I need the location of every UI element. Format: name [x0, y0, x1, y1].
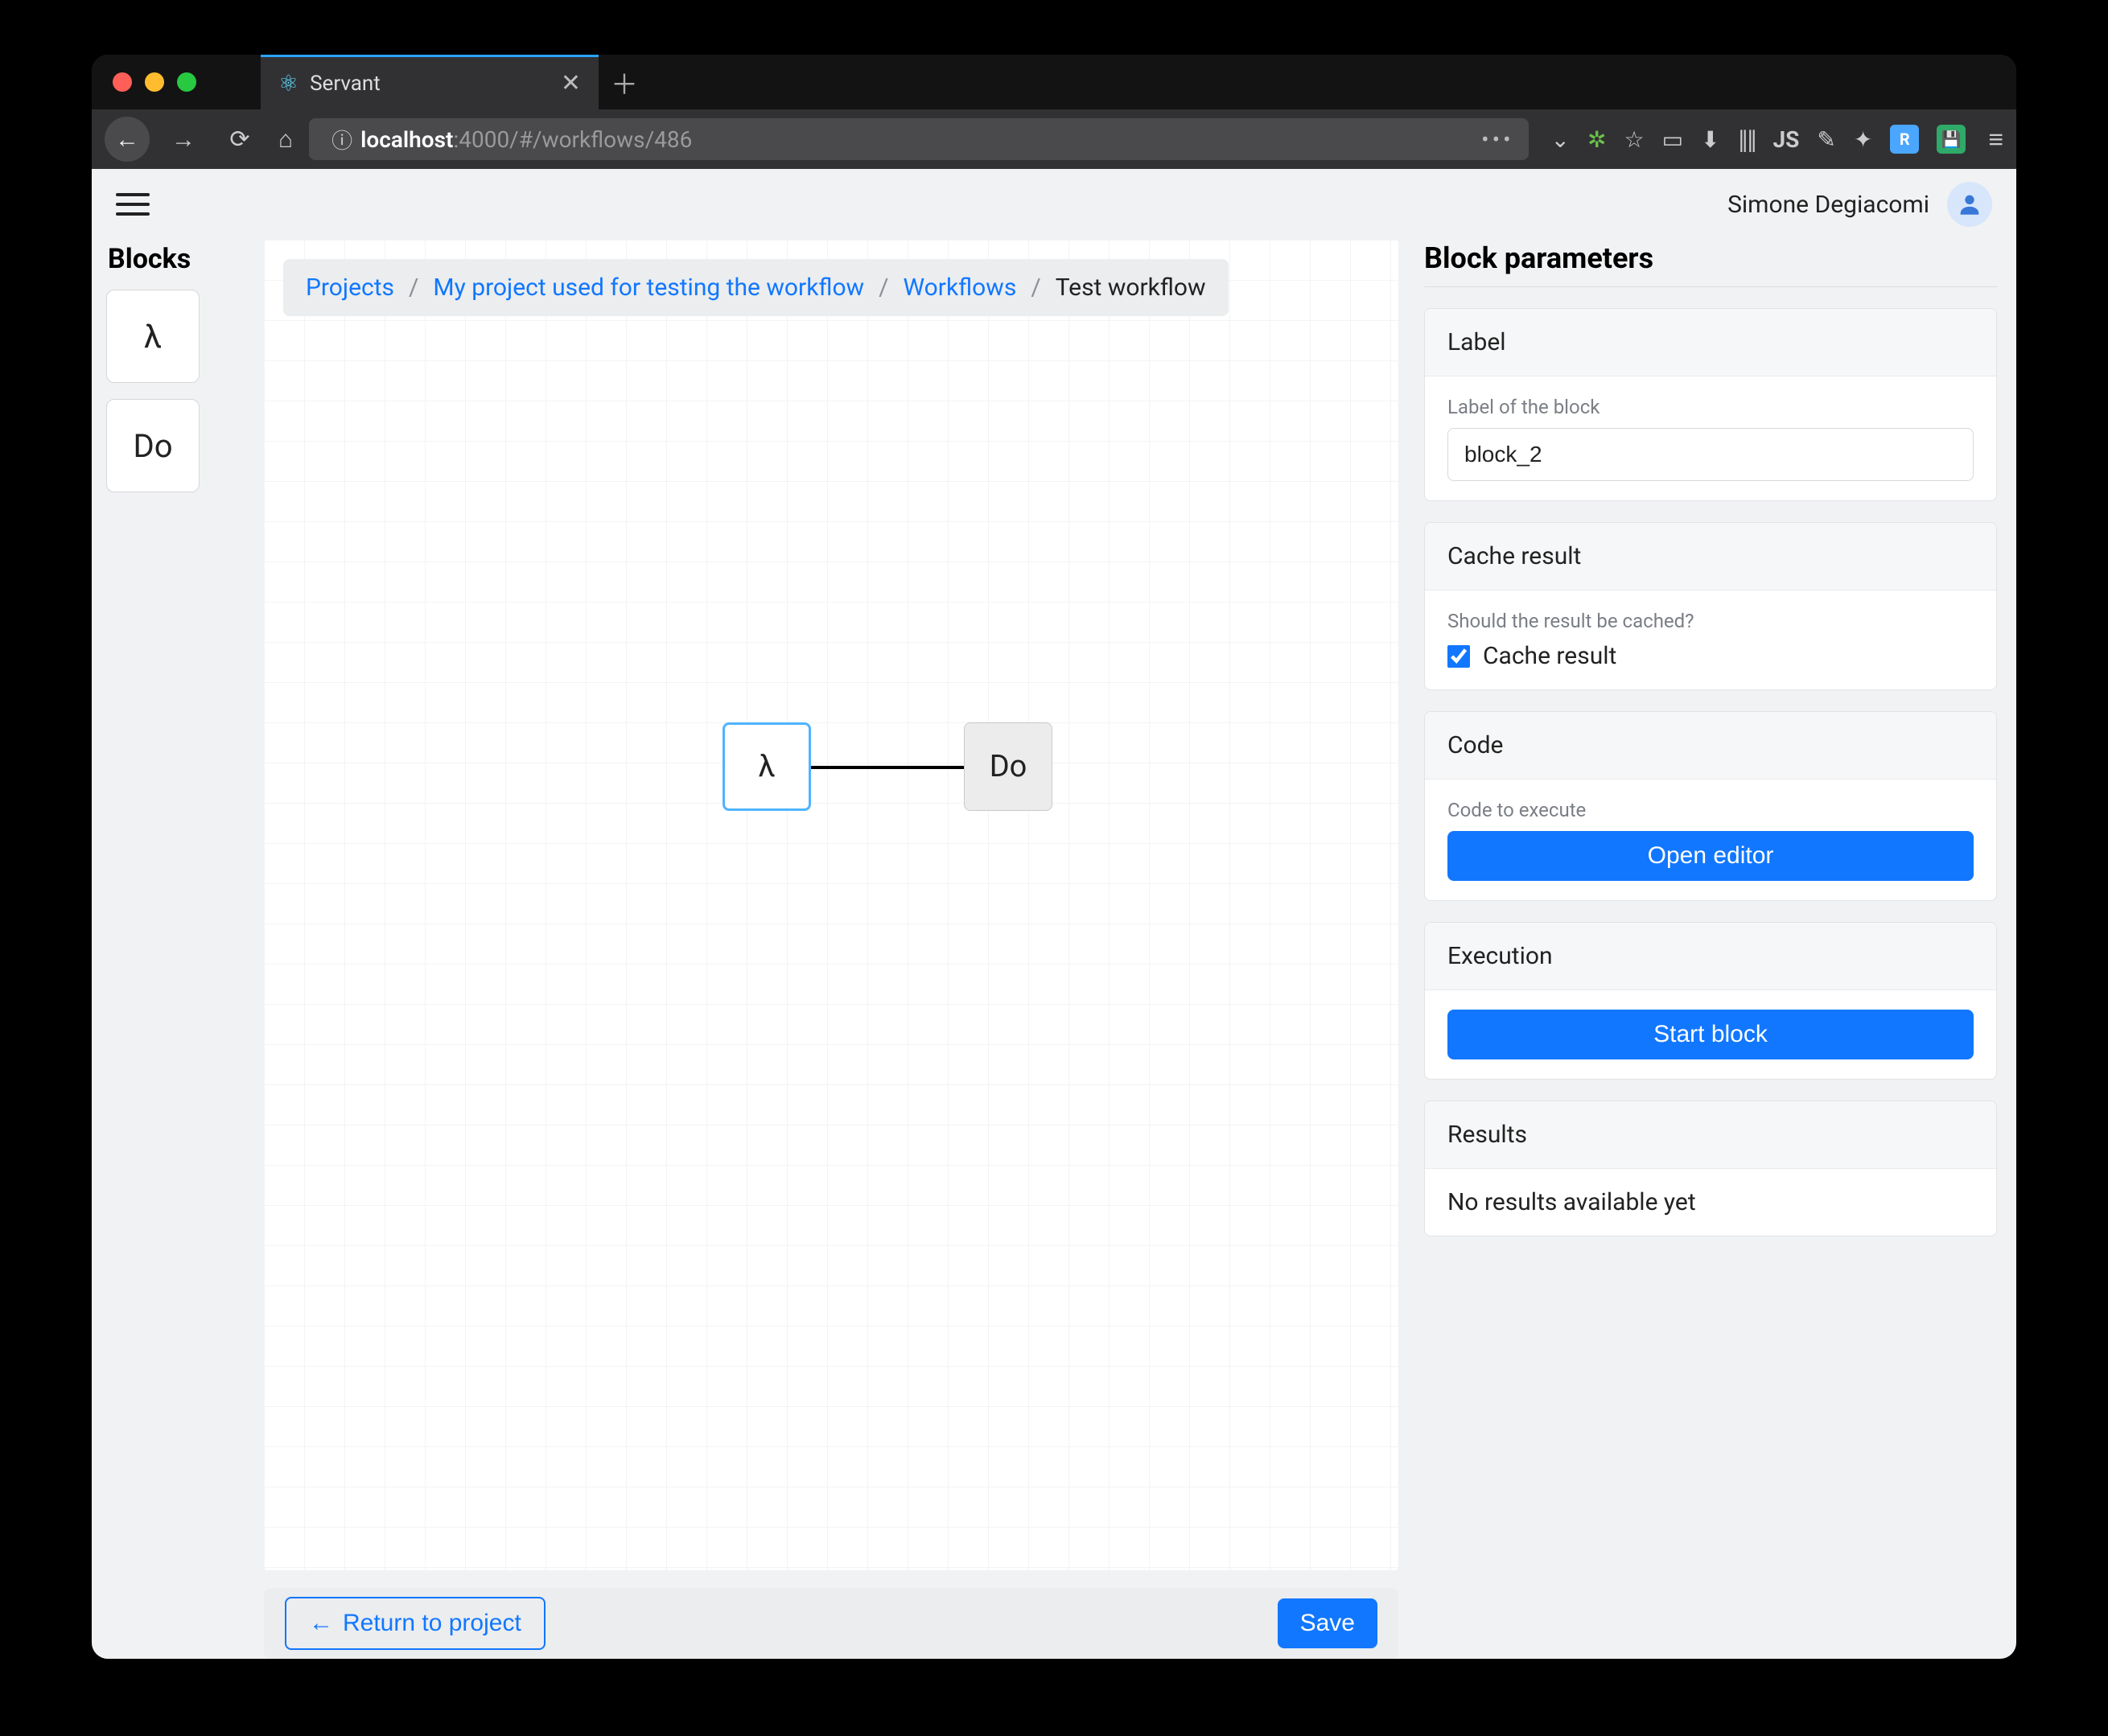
ext-r-icon[interactable]: R — [1890, 125, 1919, 154]
section-execution: Execution Start block — [1424, 922, 1997, 1080]
window-controls[interactable] — [105, 55, 212, 109]
canvas-footer: ← Return to project Save — [264, 1588, 1398, 1659]
close-tab-icon[interactable]: ✕ — [561, 69, 581, 97]
canvas-column: Projects / My project used for testing t… — [256, 240, 1421, 1659]
workflow-canvas[interactable]: Projects / My project used for testing t… — [264, 240, 1398, 1570]
label-field-hint: Label of the block — [1447, 396, 1974, 418]
window-close-icon[interactable] — [113, 72, 132, 92]
avatar[interactable] — [1947, 182, 1992, 227]
nav-home-button[interactable]: ⌂ — [274, 125, 298, 154]
translate-icon[interactable]: ✦ — [1854, 126, 1872, 153]
nav-back-button[interactable]: ← — [105, 117, 150, 162]
browser-tab[interactable]: ⚛ Servant ✕ — [261, 55, 599, 109]
crumb-sep: / — [879, 274, 888, 302]
user-name: Simone Degiacomi — [1727, 191, 1929, 219]
block-label-input[interactable] — [1447, 428, 1974, 481]
url-host: localhost — [360, 126, 453, 153]
edit-pencil-icon[interactable]: ✎ — [1817, 126, 1835, 153]
app-viewport: Simone Degiacomi Blocks λ Do — [92, 169, 2016, 1659]
edge[interactable] — [811, 766, 964, 769]
return-to-project-button[interactable]: ← Return to project — [285, 1597, 546, 1650]
js-badge-icon[interactable]: JS — [1773, 126, 1800, 153]
crumb-sep: / — [1031, 274, 1040, 302]
window-minimize-icon[interactable] — [145, 72, 164, 92]
node-lambda[interactable]: λ — [723, 722, 811, 811]
cache-checkbox-row[interactable]: Cache result — [1447, 642, 1974, 670]
panel-title: Block parameters — [1424, 241, 1997, 275]
crumb-sep: / — [409, 274, 418, 302]
url-bar[interactable]: ⓘ localhost:4000/#/workflows/486 ••• — [309, 118, 1528, 160]
node-do[interactable]: Do — [964, 722, 1052, 811]
save-button[interactable]: Save — [1278, 1598, 1377, 1648]
person-icon — [1956, 191, 1983, 218]
bug-icon[interactable]: ✲ — [1587, 126, 1606, 153]
react-icon: ⚛ — [278, 72, 298, 95]
section-results-header: Results — [1425, 1101, 1996, 1169]
browser-menu-icon[interactable]: ≡ — [1988, 124, 2003, 154]
start-block-button[interactable]: Start block — [1447, 1010, 1974, 1059]
pocket-icon[interactable]: ⌄ — [1551, 126, 1570, 153]
browser-window: ⚛ Servant ✕ ＋ ← → ⟳ ⌂ ⓘ localhost:4000/#… — [92, 55, 2016, 1659]
section-cache-header: Cache result — [1425, 523, 1996, 590]
page-actions-icon[interactable]: ••• — [1481, 126, 1513, 153]
code-hint: Code to execute — [1447, 799, 1974, 821]
crumb-project-name[interactable]: My project used for testing the workflow — [433, 274, 864, 302]
crumb-projects[interactable]: Projects — [306, 274, 394, 302]
user-box[interactable]: Simone Degiacomi — [1727, 182, 1992, 227]
ext-save-icon[interactable]: 💾 — [1937, 125, 1966, 154]
cache-checkbox-label: Cache result — [1483, 642, 1616, 670]
tab-title: Servant — [310, 72, 381, 96]
section-code-header: Code — [1425, 712, 1996, 780]
library-icon[interactable]: ∥∥ — [1738, 126, 1756, 153]
palette-do[interactable]: Do — [106, 399, 200, 492]
crumb-current: Test workflow — [1056, 274, 1206, 302]
section-execution-header: Execution — [1425, 923, 1996, 990]
arrow-left-icon: ← — [309, 1610, 333, 1637]
section-cache: Cache result Should the result be cached… — [1424, 522, 1997, 690]
section-label-header: Label — [1425, 309, 1996, 376]
screenshot-icon[interactable]: ▭ — [1662, 126, 1683, 153]
browser-toolbar: ← → ⟳ ⌂ ⓘ localhost:4000/#/workflows/486… — [92, 109, 2016, 169]
nav-forward-button[interactable]: → — [161, 117, 206, 162]
bookmark-star-icon[interactable]: ☆ — [1624, 126, 1644, 153]
browser-tabstrip: ⚛ Servant ✕ ＋ — [92, 55, 2016, 109]
open-editor-button[interactable]: Open editor — [1447, 831, 1974, 881]
app-topbar: Simone Degiacomi — [92, 169, 2016, 240]
url-path: :4000/#/workflows/486 — [453, 126, 692, 153]
right-panel: Block parameters Label Label of the bloc… — [1421, 240, 2016, 1659]
blocks-sidebar: Blocks λ Do — [92, 240, 256, 1659]
window-zoom-icon[interactable] — [177, 72, 196, 92]
new-tab-button[interactable]: ＋ — [599, 55, 650, 109]
breadcrumb: Projects / My project used for testing t… — [283, 259, 1229, 316]
section-results: Results No results available yet — [1424, 1100, 1997, 1236]
section-code: Code Code to execute Open editor — [1424, 711, 1997, 901]
site-info-icon[interactable]: ⓘ — [323, 125, 360, 154]
results-empty-text: No results available yet — [1447, 1188, 1974, 1216]
download-icon[interactable]: ⬇ — [1701, 126, 1719, 153]
cache-checkbox[interactable] — [1447, 645, 1470, 668]
app-menu-toggle[interactable] — [116, 193, 150, 216]
crumb-workflows[interactable]: Workflows — [904, 274, 1017, 302]
palette-lambda[interactable]: λ — [106, 290, 200, 383]
cache-hint: Should the result be cached? — [1447, 610, 1974, 632]
nav-reload-button[interactable]: ⟳ — [217, 117, 262, 162]
section-label: Label Label of the block — [1424, 308, 1997, 501]
sidebar-heading: Blocks — [108, 243, 241, 275]
return-label: Return to project — [343, 1610, 521, 1637]
